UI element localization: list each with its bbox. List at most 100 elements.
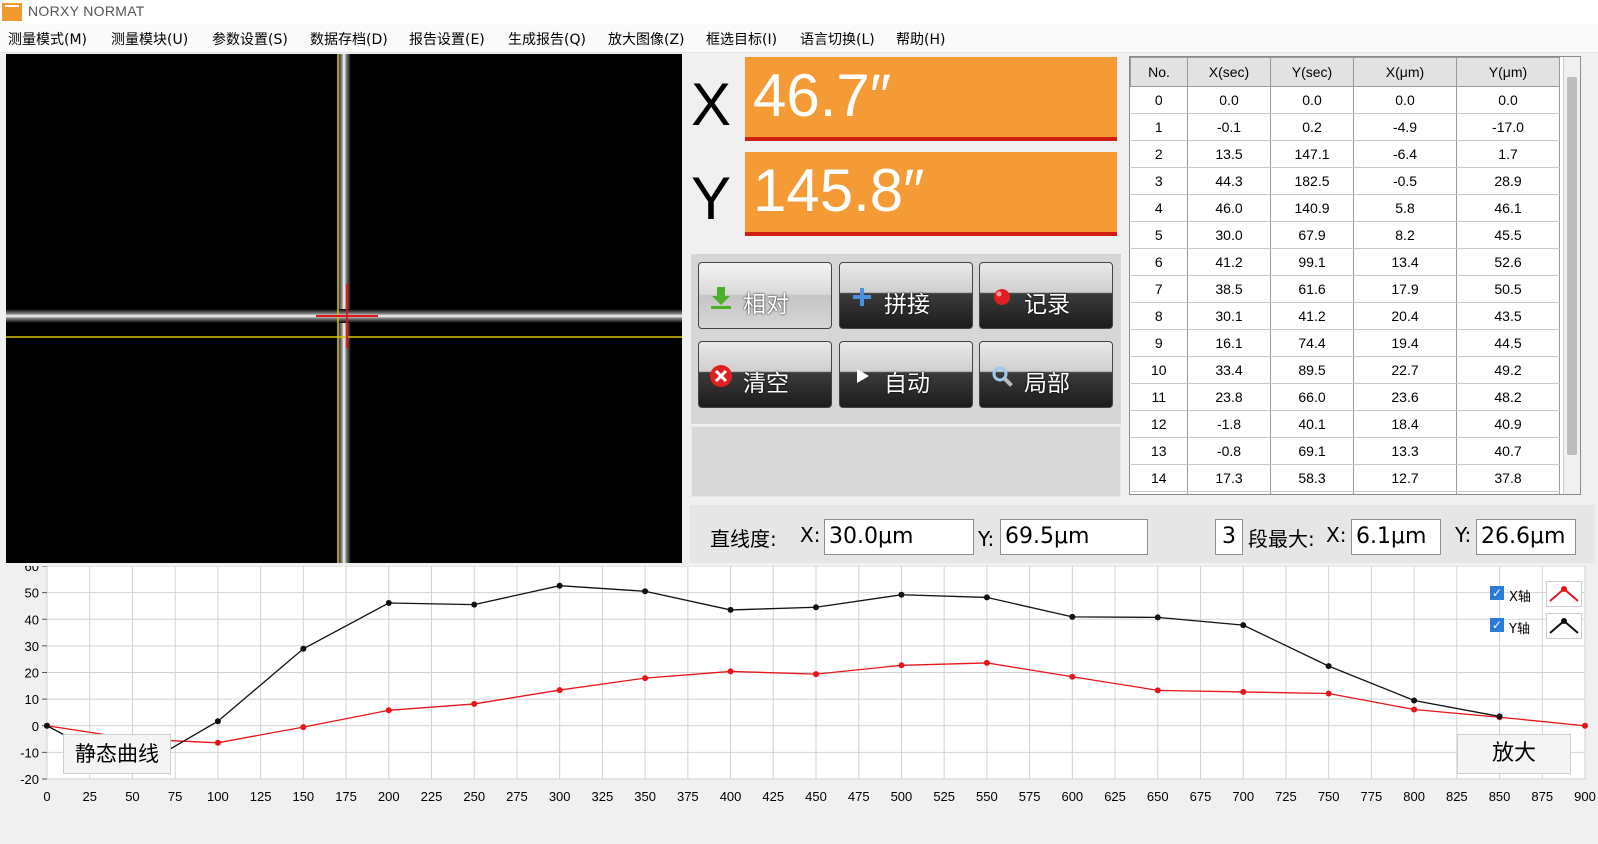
- table-cell: 6.5: [1270, 491, 1354, 494]
- x-axis-checkbox[interactable]: ✓: [1490, 586, 1504, 600]
- auto-button[interactable]: 自动: [839, 341, 973, 408]
- clear-button[interactable]: 清空: [698, 341, 832, 408]
- table-cell: 19.4: [1353, 329, 1457, 357]
- y-readout-value: 145.8″: [753, 157, 925, 224]
- series-point-1: [1240, 622, 1247, 629]
- table-cell: 23.8: [1187, 383, 1271, 411]
- table-row[interactable]: 8 30.1 41.2 20.4 43.5: [1130, 302, 1560, 330]
- col-no[interactable]: No.: [1130, 57, 1188, 87]
- series-point-1: [385, 600, 392, 607]
- table-cell: 15: [1130, 491, 1188, 494]
- zoom-button[interactable]: 放大: [1457, 734, 1571, 774]
- table-cell: 43.5: [1456, 302, 1560, 330]
- x-tick-label: 425: [762, 789, 784, 804]
- menu-parameters[interactable]: 参数设置(S): [212, 29, 288, 49]
- table-cell: -4.9: [1353, 113, 1457, 141]
- table-row[interactable]: 13 -0.8 69.1 13.3 40.7: [1130, 437, 1560, 465]
- x-tick-label: 650: [1147, 789, 1169, 804]
- segment-y-field[interactable]: 26.6μm: [1476, 519, 1576, 555]
- x-tick-label: 600: [1061, 789, 1083, 804]
- menu-report-settings[interactable]: 报告设置(E): [409, 29, 485, 49]
- table-row[interactable]: 2 13.5 147.1 -6.4 1.7: [1130, 140, 1560, 168]
- straightness-y-field[interactable]: 69.5μm: [1000, 519, 1148, 555]
- series-point-0: [1582, 722, 1588, 729]
- x-tick-label: 100: [207, 789, 229, 804]
- table-cell: -0.1: [1187, 113, 1271, 141]
- segment-x-field[interactable]: 6.1μm: [1351, 519, 1441, 555]
- table-cell: 17.5: [1187, 491, 1271, 494]
- series-point-0: [1154, 687, 1161, 694]
- table-cell: 13.5: [1187, 140, 1271, 168]
- record-dot-icon: [994, 289, 1010, 305]
- table-row[interactable]: 3 44.3 182.5 -0.5 28.9: [1130, 167, 1560, 195]
- menu-generate-report[interactable]: 生成报告(Q): [508, 29, 586, 49]
- straightness-x-label: X:: [800, 523, 821, 547]
- table-cell: -1.8: [1187, 410, 1271, 438]
- col-y-sec[interactable]: Y(sec): [1270, 57, 1354, 87]
- table-cell: 40.9: [1456, 410, 1560, 438]
- menu-help[interactable]: 帮助(H): [896, 29, 945, 49]
- x-tick-label: 300: [549, 789, 571, 804]
- table-row[interactable]: 9 16.1 74.4 19.4 44.5: [1130, 329, 1560, 357]
- series-point-1: [1069, 613, 1076, 620]
- table-cell: 30.1: [1187, 302, 1271, 330]
- y-axis-checkbox[interactable]: ✓: [1490, 618, 1504, 632]
- x-tick-label: 275: [506, 789, 528, 804]
- table-row[interactable]: 0 0.0 0.0 0.0 0.0: [1130, 86, 1560, 114]
- menu-language[interactable]: 语言切换(L): [800, 29, 875, 49]
- table-cell: 99.1: [1270, 248, 1354, 276]
- table-scrollbar[interactable]: [1563, 57, 1580, 494]
- table-cell: 23.6: [1353, 383, 1457, 411]
- menu-measure-module[interactable]: 测量模块(U): [111, 29, 188, 49]
- series-point-0: [1240, 688, 1247, 695]
- table-cell: 14: [1130, 464, 1188, 492]
- x-tick-label: 850: [1489, 789, 1511, 804]
- record-button[interactable]: 记录: [979, 262, 1113, 329]
- table-cell: 67.9: [1270, 221, 1354, 249]
- menu-measure-mode[interactable]: 测量模式(M): [8, 29, 87, 49]
- table-cell: 0.0: [1456, 86, 1560, 114]
- table-cell: 28.9: [1456, 167, 1560, 195]
- table-row[interactable]: 10 33.4 89.5 22.7 49.2: [1130, 356, 1560, 384]
- table-cell: 2: [1130, 140, 1188, 168]
- series-point-1: [214, 718, 221, 725]
- local-button[interactable]: 局部: [979, 341, 1113, 408]
- legend-y-line-icon: [1546, 613, 1582, 639]
- col-y-um[interactable]: Y(μm): [1456, 57, 1560, 87]
- menu-zoom-image[interactable]: 放大图像(Z): [608, 29, 685, 49]
- x-tick-label: 125: [250, 789, 272, 804]
- table-row[interactable]: 6 41.2 99.1 13.4 52.6: [1130, 248, 1560, 276]
- series-point-0: [385, 707, 392, 714]
- relative-button[interactable]: 相对: [698, 262, 832, 329]
- table-cell: 41.2: [1187, 248, 1271, 276]
- table-cell: 0.0: [1270, 86, 1354, 114]
- col-x-sec[interactable]: X(sec): [1187, 57, 1271, 87]
- y-tick-label: 50: [25, 586, 39, 601]
- series-point-0: [813, 671, 819, 678]
- table-row[interactable]: 12 -1.8 40.1 18.4 40.9: [1130, 410, 1560, 438]
- y-readout: 145.8″: [745, 152, 1117, 236]
- menu-select-target[interactable]: 框选目标(I): [706, 29, 777, 49]
- camera-view[interactable]: [6, 54, 682, 563]
- static-curve-button[interactable]: 静态曲线: [63, 734, 171, 774]
- measurement-table[interactable]: No. X(sec) Y(sec) X(μm) Y(μm) 0 0.0 0.0 0.0…: [1129, 56, 1581, 495]
- table-cell: 20.4: [1353, 302, 1457, 330]
- col-x-um[interactable]: X(μm): [1353, 57, 1457, 87]
- segment-count-field[interactable]: 3: [1215, 519, 1243, 555]
- table-row[interactable]: 7 38.5 61.6 17.9 50.5: [1130, 275, 1560, 303]
- series-point-0: [642, 675, 649, 682]
- table-row[interactable]: 1517.56.512.122.4: [1130, 491, 1560, 494]
- stitch-button[interactable]: 拼接: [839, 262, 973, 329]
- table-row[interactable]: 5 30.0 67.9 8.2 45.5: [1130, 221, 1560, 249]
- table-row[interactable]: 4 46.0 140.9 5.8 46.1: [1130, 194, 1560, 222]
- straightness-x-field[interactable]: 30.0μm: [824, 519, 974, 555]
- table-cell: 40.1: [1270, 410, 1354, 438]
- table-scrollbar-thumb[interactable]: [1567, 77, 1577, 455]
- menu-data-archive[interactable]: 数据存档(D): [310, 29, 388, 49]
- table-row[interactable]: 14 17.3 58.3 12.7 37.8: [1130, 464, 1560, 492]
- deviation-chart[interactable]: 0 25 50 75 100 125 150 175 200 225 250 275 300 325 350…: [0, 559, 1598, 840]
- title-bar: NORXY NORMAT: [0, 0, 1598, 24]
- x-tick-label: 500: [891, 789, 913, 804]
- table-row[interactable]: 1 -0.1 0.2 -4.9 -17.0: [1130, 113, 1560, 141]
- table-row[interactable]: 11 23.8 66.0 23.6 48.2: [1130, 383, 1560, 411]
